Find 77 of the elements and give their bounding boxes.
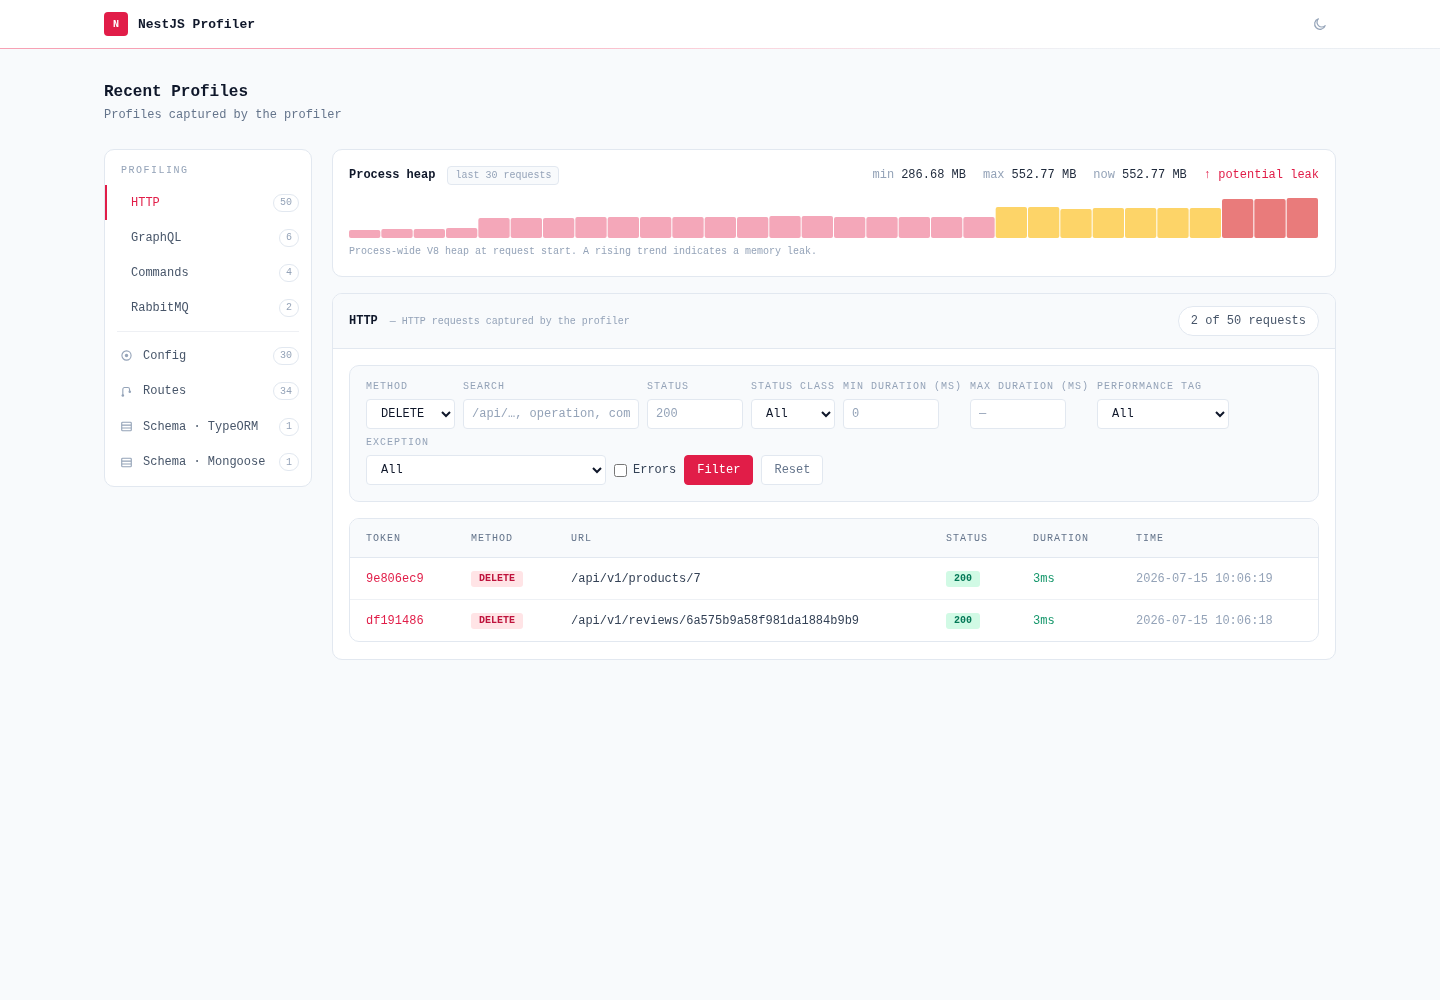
app-title: NestJS Profiler: [138, 16, 256, 32]
field-label: STATUS: [647, 381, 690, 393]
sidebar-item[interactable]: Schema · Mongoose 1: [105, 444, 311, 480]
table-icon: [121, 421, 132, 433]
dot-circle-icon: [121, 350, 132, 362]
field-label: SEARCH: [463, 381, 506, 393]
stat-label: min: [872, 168, 895, 182]
method-badge: DELETE: [471, 570, 523, 587]
item-label: Routes: [143, 384, 187, 399]
token-link[interactable]: df191486: [366, 613, 424, 628]
sidebar-item[interactable]: GraphQL 6: [105, 220, 311, 255]
moon-icon: [1313, 17, 1327, 31]
status-badge: 200: [946, 570, 980, 587]
field-label: METHOD: [366, 381, 409, 393]
duration-cell-text: 3ms: [1032, 613, 1056, 628]
item-label: Config: [143, 348, 187, 363]
checkbox-label: Errors: [633, 463, 677, 477]
reset-button[interactable]: Reset: [761, 455, 824, 485]
sidebar-item[interactable]: Schema · TypeORM 1: [105, 409, 311, 445]
column-header: URL: [570, 532, 593, 544]
stat-label: max: [982, 168, 1005, 182]
field-label: STATUS CLASS: [751, 381, 835, 393]
token-link[interactable]: 9e806ec9: [366, 571, 424, 586]
sidebar-item[interactable]: Routes 34: [105, 373, 311, 409]
card-title: Process heap: [349, 168, 436, 182]
exception-select[interactable]: All: [366, 455, 606, 485]
leak-warning: ↑ potential leak: [1203, 168, 1319, 182]
request-count-pill: 2 of 50 requests: [1177, 306, 1319, 336]
method-select[interactable]: DELETE: [366, 399, 455, 429]
stat-value: 286.68 MB: [901, 168, 966, 182]
time-cell-text: 2026-07-15 10:06:19: [1135, 571, 1274, 586]
item-label: Schema · Mongoose: [143, 455, 266, 470]
card-title: HTTP: [349, 314, 378, 328]
item-label: Schema · TypeORM: [143, 419, 259, 434]
field-label: EXCEPTION: [366, 437, 430, 449]
column-header: TOKEN: [365, 532, 402, 544]
stat-value: 552.77 MB: [1121, 168, 1187, 182]
search-field[interactable]: /api/…, operation, com: [463, 399, 639, 429]
range-badge: last 30 requests: [447, 165, 560, 185]
status-field[interactable]: 200: [647, 399, 743, 429]
card-subtitle: — HTTP requests captured by the profiler: [389, 315, 630, 327]
item-label: HTTP: [131, 195, 160, 210]
sidebar-item[interactable]: Commands 4: [105, 255, 311, 290]
stat-value: 552.77 MB: [1011, 168, 1077, 182]
status-class-select[interactable]: All: [751, 399, 835, 429]
page-title: Recent Profiles: [104, 82, 250, 102]
sidebar-item[interactable]: RabbitMQ 2: [105, 290, 311, 325]
field-label: PERFORMANCE TAG: [1097, 381, 1204, 393]
field-label: MIN DURATION (MS): [843, 381, 963, 393]
time-cell-text: 2026-07-15 10:06:18: [1135, 613, 1274, 628]
sidebar-item[interactable]: HTTP 50: [105, 185, 311, 220]
column-header: TIME: [1135, 532, 1165, 544]
min-duration-field[interactable]: 0: [843, 399, 939, 429]
item-label: Commands: [131, 265, 189, 280]
sidebar-item[interactable]: Config 30: [105, 338, 311, 374]
logo-mark: N: [104, 12, 128, 36]
item-label: GraphQL: [131, 230, 182, 245]
route-icon: [121, 385, 132, 397]
column-header: STATUS: [945, 532, 989, 544]
column-header: DURATION: [1032, 532, 1090, 544]
method-badge: DELETE: [471, 612, 523, 629]
section-label: PROFILING: [120, 164, 190, 178]
page-subtitle: Profiles captured by the profiler: [104, 107, 343, 123]
column-header: METHOD: [470, 532, 514, 544]
chart-caption: Process-wide V8 heap at request start. A rising trend indicates a memory leak.: [349, 246, 819, 258]
duration-cell-text: 3ms: [1032, 571, 1056, 586]
url-cell-text: /api/v1/reviews/6a575b9a58f981da1884b9b9: [570, 613, 861, 628]
field-label: MAX DURATION (MS): [970, 381, 1090, 393]
errors-checkbox[interactable]: [614, 463, 627, 477]
max-duration-field[interactable]: —: [970, 399, 1067, 429]
stat-label: now: [1093, 168, 1115, 182]
status-badge: 200: [946, 612, 980, 629]
table-icon: [121, 456, 132, 468]
performance-tag-select[interactable]: All: [1097, 399, 1230, 429]
url-cell-text: /api/v1/products/7: [570, 571, 702, 586]
filter-button[interactable]: Filter: [684, 455, 754, 485]
item-label: RabbitMQ: [131, 300, 189, 315]
